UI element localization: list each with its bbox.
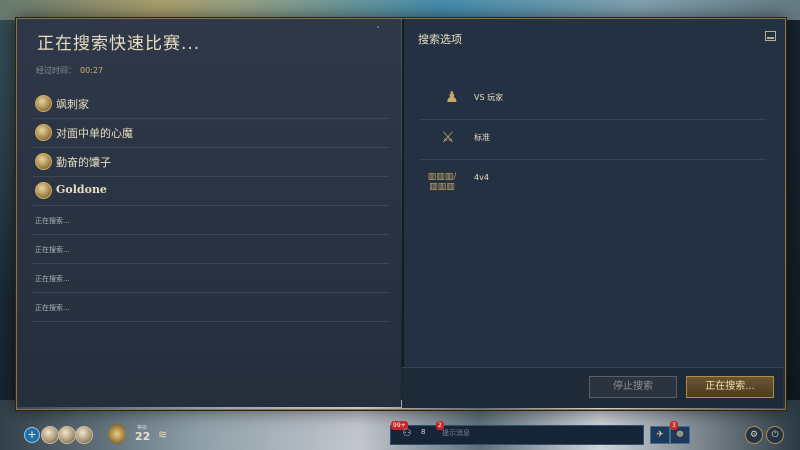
elapsed-label: 经过时间： bbox=[36, 66, 76, 75]
search-options-panel bbox=[402, 19, 785, 407]
add-friend-button[interactable]: + bbox=[24, 427, 40, 443]
player-avatar-icon bbox=[35, 124, 52, 141]
corner-mark-icon: ˋ bbox=[376, 26, 381, 37]
player-name: 勤奋的馕子 bbox=[56, 156, 111, 169]
level-value: 22 bbox=[135, 430, 151, 443]
friends-online-count: 8 bbox=[421, 428, 426, 436]
chat-bar[interactable] bbox=[390, 425, 644, 445]
party-avatar-icon[interactable] bbox=[41, 426, 59, 444]
friends-icon[interactable]: ⚇ bbox=[400, 427, 414, 441]
empty-slot-row: 正在搜索... bbox=[33, 264, 389, 293]
news-button-icon[interactable]: ✈ bbox=[650, 426, 670, 444]
players-vs-icon: ♟ bbox=[445, 88, 459, 106]
elapsed-value: 00:27 bbox=[80, 66, 104, 75]
player-row: 飒刺家 bbox=[33, 90, 389, 119]
minimize-icon[interactable] bbox=[765, 31, 776, 41]
player-avatar-icon bbox=[35, 182, 52, 199]
party-avatar-icon[interactable] bbox=[75, 426, 93, 444]
option-label: 标准 bbox=[474, 133, 490, 142]
option-label: VS 玩家 bbox=[474, 93, 504, 102]
option-label: 4v4 bbox=[474, 173, 489, 182]
player-avatar-icon bbox=[35, 95, 52, 112]
option-row-opponent: ♟ VS 玩家 bbox=[420, 79, 766, 120]
standard-mode-icon: ⚔ bbox=[441, 128, 455, 146]
player-name: 飒刺家 bbox=[56, 98, 89, 111]
option-row-team-size: ▥▥▥/▥▥▥ 4v4 bbox=[420, 160, 766, 200]
chat-input[interactable]: 提示消息 bbox=[442, 428, 470, 438]
empty-slot-label: 正在搜索... bbox=[35, 246, 70, 254]
stop-search-button[interactable]: 停止搜索 bbox=[589, 376, 677, 398]
player-avatar-icon bbox=[35, 153, 52, 170]
empty-slot-row: 正在搜索... bbox=[33, 293, 389, 322]
player-name: 对面中单的心魔 bbox=[56, 127, 133, 140]
empty-slot-row: 正在搜索... bbox=[33, 235, 389, 264]
searching-button[interactable]: 正在搜索... bbox=[686, 376, 774, 398]
player-name: Goldone bbox=[56, 183, 107, 196]
connection-signal-icon: ≋ bbox=[158, 428, 168, 441]
empty-slot-label: 正在搜索... bbox=[35, 275, 70, 283]
player-row: 勤奋的馕子 bbox=[33, 148, 389, 177]
settings-icon[interactable]: ⚙ bbox=[745, 426, 763, 444]
team-size-icon: ▥▥▥/▥▥▥ bbox=[427, 172, 457, 192]
elapsed-time: 经过时间： 00:27 bbox=[36, 65, 103, 76]
player-row: Goldone bbox=[33, 177, 389, 206]
empty-slot-label: 正在搜索... bbox=[35, 304, 70, 312]
party-avatar-icon[interactable] bbox=[58, 426, 76, 444]
player-row: 对面中单的心魔 bbox=[33, 119, 389, 148]
dialog-title: 正在搜索快速比赛... bbox=[37, 34, 201, 54]
rank-emblem-icon[interactable] bbox=[108, 424, 126, 444]
options-title: 搜索选项 bbox=[418, 33, 462, 46]
background-map-top bbox=[0, 0, 800, 20]
option-row-mode: ⚔ 标准 bbox=[420, 119, 766, 160]
power-icon[interactable]: ⏻ bbox=[766, 426, 784, 444]
store-notification-badge: 3 bbox=[670, 421, 678, 430]
empty-slot-label: 正在搜索... bbox=[35, 217, 70, 225]
empty-slot-row: 正在搜索... bbox=[33, 206, 389, 235]
